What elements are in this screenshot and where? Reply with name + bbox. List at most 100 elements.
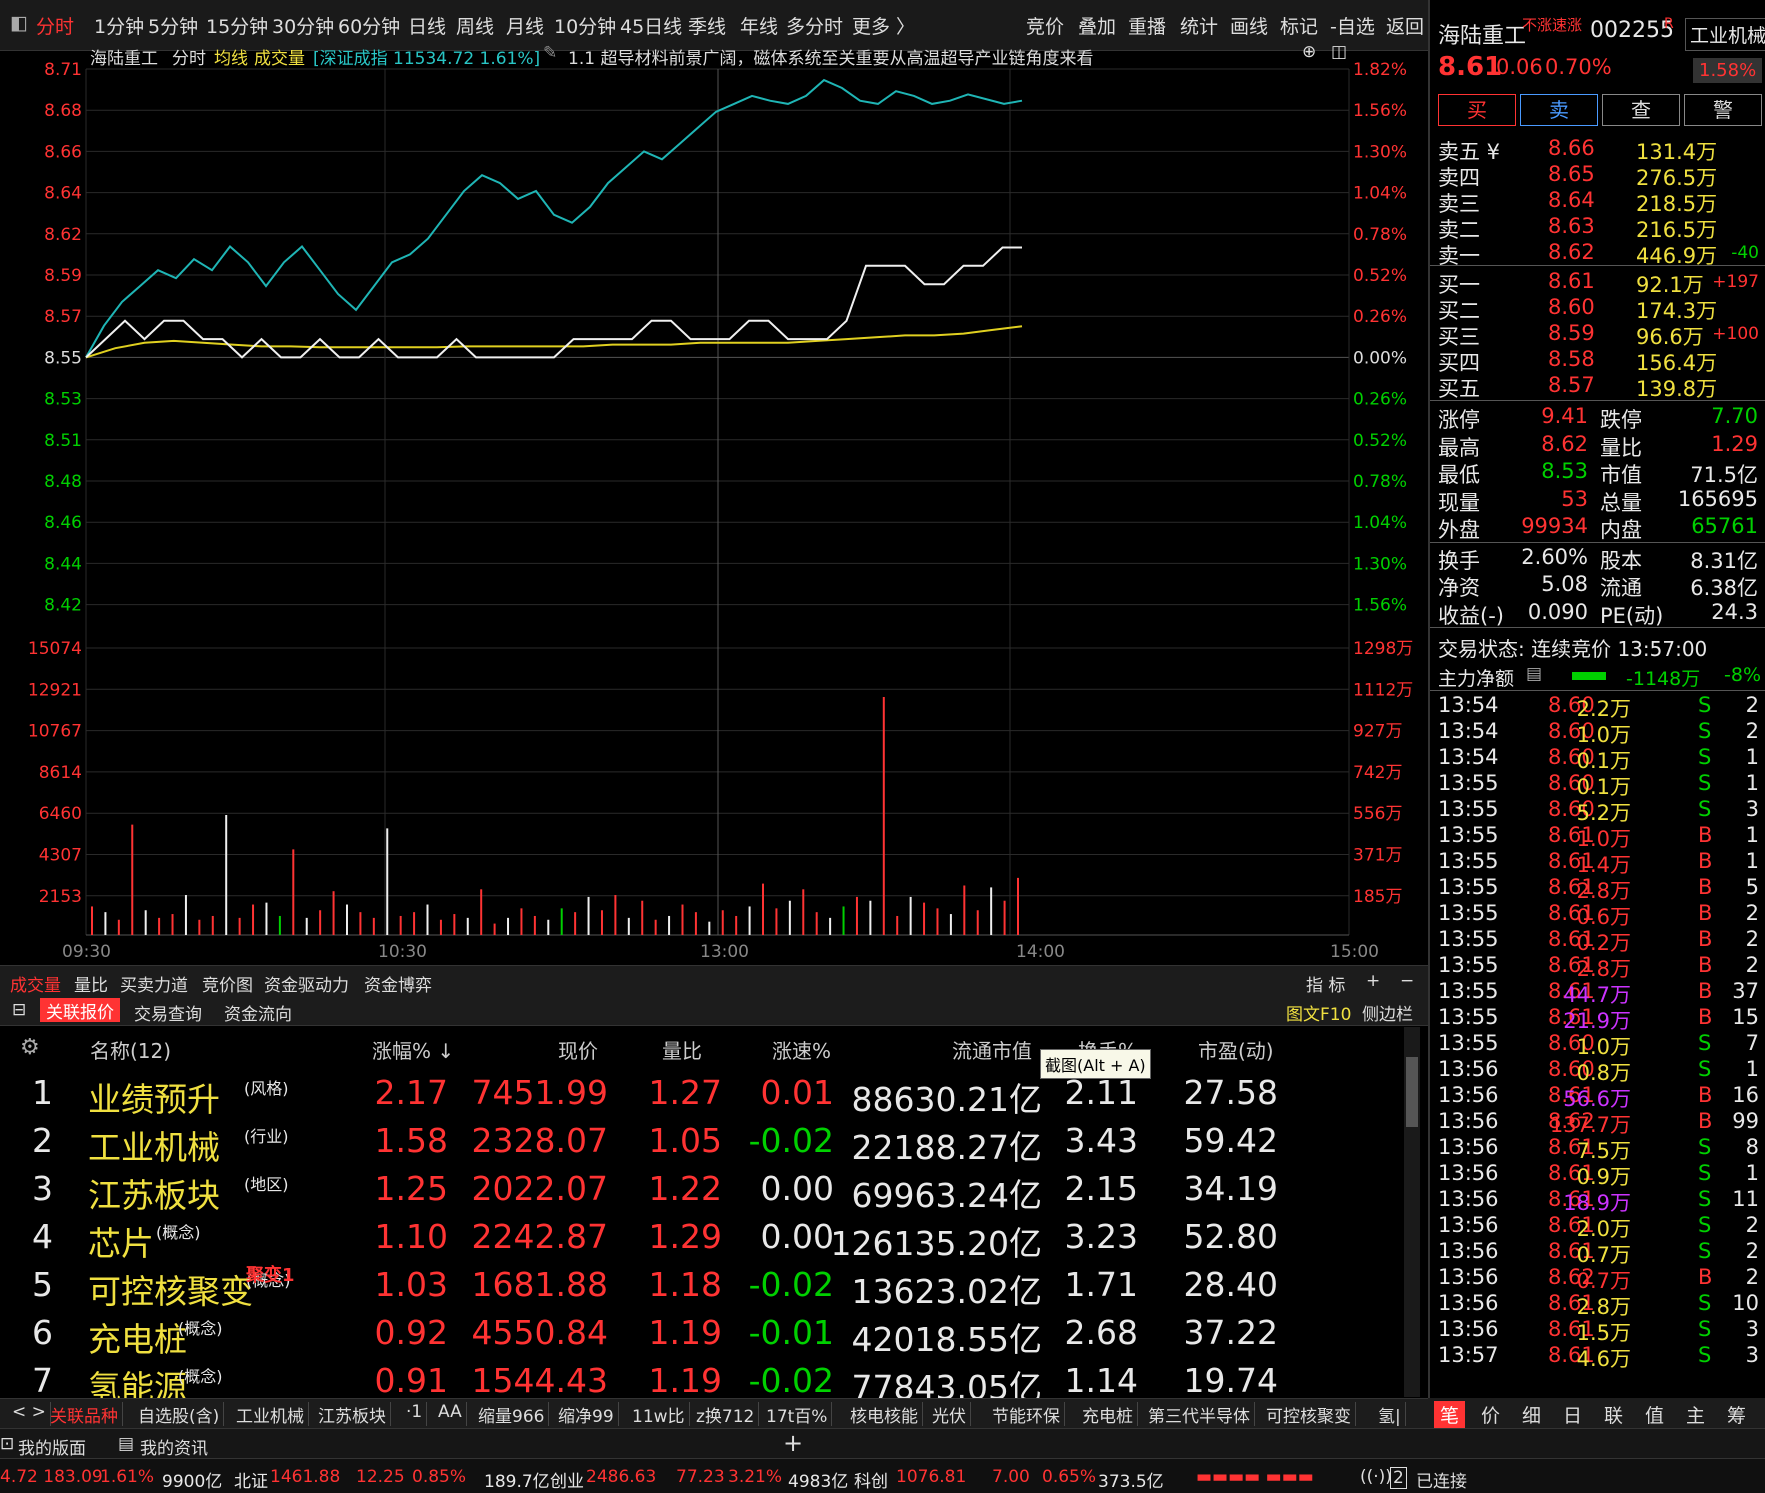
right-panel-tab[interactable]: 联 <box>1604 1401 1623 1428</box>
buy-button[interactable]: 买 <box>1438 94 1516 126</box>
toolbar-action[interactable]: 画线 <box>1230 12 1268 39</box>
right-panel-tab[interactable]: 笔 <box>1434 1401 1466 1428</box>
collapse-icon[interactable]: ⊟ <box>12 1000 26 1020</box>
bottom-tab[interactable]: 氢| <box>1374 1402 1406 1427</box>
period-tab[interactable]: 更多 〉 <box>852 12 915 39</box>
period-tab[interactable]: 月线 <box>506 12 544 39</box>
table-right-link[interactable]: 图文F10 <box>1286 1000 1351 1025</box>
bottom-tab[interactable]: 17t百% <box>762 1402 833 1427</box>
table-header[interactable]: 流通市值 <box>952 1035 1032 1064</box>
bottom-tab[interactable]: 关联品种 <box>46 1402 123 1427</box>
settings-gear-icon[interactable]: ⚙ <box>20 1035 40 1060</box>
indicator-tab[interactable]: 资金驱动力 <box>264 971 349 996</box>
orderbook-price[interactable]: 8.64 <box>1548 188 1595 212</box>
bottom-tab[interactable]: z换712 <box>692 1402 760 1427</box>
toolbar-action[interactable]: 标记 <box>1280 12 1318 39</box>
right-panel-tab[interactable]: 细 <box>1522 1401 1541 1428</box>
period-tab[interactable]: 15分钟 <box>206 12 268 39</box>
table-header[interactable]: 量比 <box>662 1035 702 1064</box>
indicator-tab[interactable]: 量比 <box>74 971 108 996</box>
orderbook-price[interactable]: 8.62 <box>1548 240 1595 264</box>
bottom-tab[interactable]: 工业机械 <box>232 1402 309 1427</box>
bottom-tab[interactable]: 江苏板块 <box>314 1402 391 1427</box>
toolbar-action[interactable]: -自选 <box>1330 12 1375 39</box>
period-tab-fenshi[interactable]: 分时 <box>36 12 74 39</box>
right-panel-tab[interactable]: 主 <box>1686 1401 1705 1428</box>
table-tab[interactable]: 关联报价 <box>40 998 120 1023</box>
indicator-tab[interactable]: 竞价图 <box>202 971 253 996</box>
toolbar-action[interactable]: 返回 <box>1386 12 1424 39</box>
bottom-tab[interactable]: 充电桩 <box>1078 1402 1138 1427</box>
my-news-link[interactable]: 我的资讯 <box>140 1434 208 1459</box>
table-row[interactable]: 3 江苏板块 (地区) 1.25 2022.07 1.22 0.00 69963.24亿 2.1… <box>0 1165 1400 1215</box>
sidebar-toggle-icon[interactable]: ◧ <box>10 12 28 34</box>
indicator-tab[interactable]: 资金博弈 <box>364 971 432 996</box>
bottom-tab[interactable]: 缩净99 <box>554 1402 619 1427</box>
period-tab[interactable]: 45日线 <box>620 12 682 39</box>
right-panel-tab[interactable]: 日 <box>1563 1401 1582 1428</box>
bottom-tab[interactable]: 光伏 <box>928 1402 971 1427</box>
intraday-chart[interactable]: 8.71 1.82% 8.68 1.56% 8.66 1.30% 8.64 1.04% 8.62… <box>0 60 1428 968</box>
bottom-tab[interactable]: ·1 <box>402 1402 428 1426</box>
table-row[interactable]: 5 可控核聚变 (概念) 聚变1 1.03 1681.88 1.18 -0.02 13623.0… <box>0 1261 1400 1311</box>
table-row[interactable]: 2 工业机械 (行业) 1.58 2328.07 1.05 -0.02 22188.27亿 3.… <box>0 1117 1400 1167</box>
my-layout-link[interactable]: 我的版面 <box>18 1434 86 1459</box>
query-button[interactable]: 查 <box>1602 94 1680 126</box>
period-tab[interactable]: 30分钟 <box>272 12 334 39</box>
table-header[interactable]: 市盈(动) <box>1198 1035 1274 1064</box>
bottom-tab[interactable]: AA <box>434 1402 467 1426</box>
orderbook-price[interactable]: 8.61 <box>1548 269 1595 293</box>
indicator-tab[interactable]: 买卖力道 <box>120 971 188 996</box>
orderbook-price[interactable]: 8.58 <box>1548 347 1595 371</box>
period-tab[interactable]: 多分时 <box>786 12 843 39</box>
toolbar-action[interactable]: 竞价 <box>1026 12 1064 39</box>
table-header[interactable]: 涨幅% ↓ <box>372 1035 454 1064</box>
indicator-tab[interactable]: 成交量 <box>10 971 61 996</box>
table-header[interactable]: 涨速% <box>772 1035 831 1064</box>
add-page-button[interactable]: + <box>783 1429 803 1457</box>
period-tab[interactable]: 10分钟 <box>554 12 616 39</box>
expand-icon[interactable]: ⊕ <box>1302 42 1316 62</box>
period-tab[interactable]: 5分钟 <box>148 12 198 39</box>
period-tab[interactable]: 1分钟 <box>94 12 144 39</box>
sector-button[interactable]: 工业机械 <box>1685 18 1765 51</box>
toolbar-action[interactable]: 重播 <box>1128 12 1166 39</box>
period-tab[interactable]: 日线 <box>408 12 446 39</box>
table-row[interactable]: 4 芯片 (概念) 1.10 2242.87 1.29 0.00 126135.20亿 3.23… <box>0 1213 1400 1263</box>
bottom-tab[interactable]: 第三代半导体 <box>1144 1402 1255 1427</box>
indicator-control[interactable]: + <box>1366 971 1380 991</box>
period-tab[interactable]: 周线 <box>456 12 494 39</box>
right-panel-tab[interactable]: 值 <box>1645 1401 1664 1428</box>
bottom-tab[interactable]: 核电核能 <box>846 1402 923 1427</box>
orderbook-price[interactable]: 8.65 <box>1548 162 1595 186</box>
toolbar-action[interactable]: 叠加 <box>1078 12 1116 39</box>
table-scrollbar[interactable] <box>1404 1027 1420 1397</box>
table-row[interactable]: 1 业绩预升 (风格) 2.17 7451.99 1.27 0.01 88630.21亿 2.1… <box>0 1069 1400 1119</box>
main-force-icon[interactable]: ▤ <box>1526 664 1542 684</box>
orderbook-price[interactable]: 8.59 <box>1548 321 1595 345</box>
orderbook-price[interactable]: 8.60 <box>1548 295 1595 319</box>
bottom-tab[interactable]: 可控核聚变 <box>1262 1402 1356 1427</box>
panel-icon[interactable]: ◫ <box>1331 42 1347 62</box>
orderbook-price[interactable]: 8.63 <box>1548 214 1595 238</box>
table-row[interactable]: 6 充电桩 (概念) 0.92 4550.84 1.19 -0.01 42018.55亿 2.6… <box>0 1309 1400 1359</box>
table-header[interactable]: 现价 <box>558 1035 598 1064</box>
bottom-tab[interactable]: < > <box>8 1402 51 1426</box>
right-panel-tab[interactable]: 价 <box>1481 1401 1500 1428</box>
table-right-link[interactable]: 侧边栏 <box>1362 1000 1413 1025</box>
layout-icon[interactable]: ⊡ <box>0 1434 14 1454</box>
orderbook-price[interactable]: 8.66 <box>1548 136 1595 160</box>
right-panel-tab[interactable]: 筹 <box>1727 1401 1746 1428</box>
sell-button[interactable]: 卖 <box>1520 94 1598 126</box>
news-icon[interactable]: ▤ <box>118 1434 134 1454</box>
bottom-tab[interactable]: 缩量966 <box>474 1402 550 1427</box>
period-tab[interactable]: 年线 <box>740 12 778 39</box>
toolbar-action[interactable]: 统计 <box>1180 12 1218 39</box>
table-tab[interactable]: 交易查询 <box>134 1000 202 1025</box>
indicator-control[interactable]: 指 标 <box>1306 971 1345 996</box>
bottom-tab[interactable]: 11w比 <box>628 1402 690 1427</box>
period-tab[interactable]: 60分钟 <box>338 12 400 39</box>
alert-button[interactable]: 警 <box>1684 94 1762 126</box>
bottom-tab[interactable]: 自选股(含) <box>134 1402 225 1427</box>
table-tab[interactable]: 资金流向 <box>224 1000 292 1025</box>
